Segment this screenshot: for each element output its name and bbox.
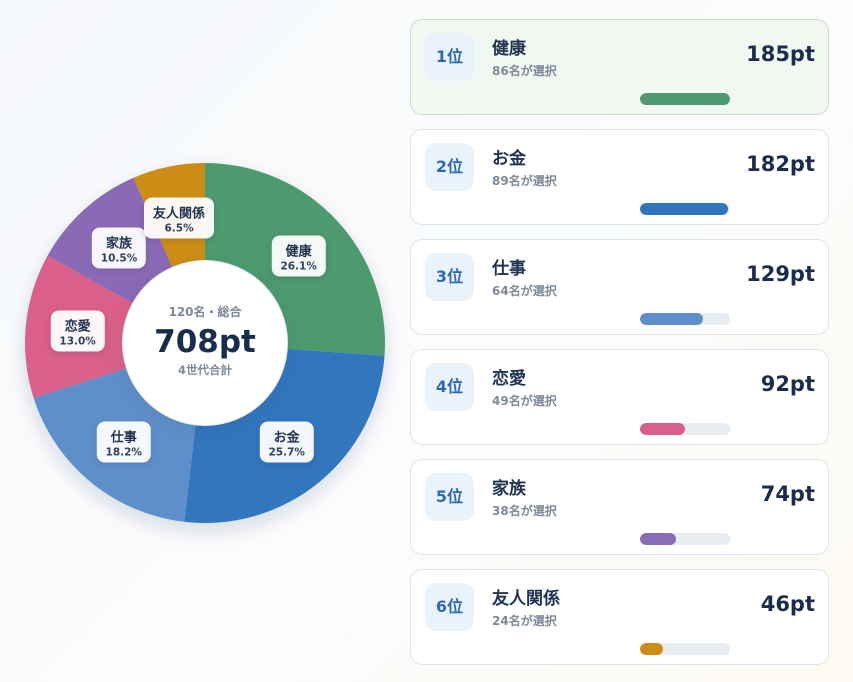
- points-value: 185pt: [746, 42, 815, 66]
- rank-badge: 6位: [425, 583, 474, 631]
- slice-label-percent: 18.2%: [105, 446, 142, 459]
- points-value: 92pt: [760, 372, 815, 396]
- points-value: 129pt: [746, 262, 815, 286]
- points-bar-fill: [640, 93, 730, 105]
- voter-count: 38名が選択: [492, 504, 557, 518]
- voter-count: 86名が選択: [492, 64, 557, 78]
- points-bar-track: [640, 93, 730, 105]
- donut-center: 120名・総合 708pt 4世代合計: [123, 261, 287, 425]
- points-bar-track: [640, 203, 730, 215]
- points-bar-track: [640, 643, 730, 655]
- rank-badge: 2位: [425, 143, 474, 191]
- center-subtitle: 120名・総合: [168, 305, 242, 319]
- slice-label-name: 健康: [285, 244, 312, 260]
- slice-label-name: 友人関係: [153, 206, 206, 222]
- points-value: 46pt: [760, 592, 815, 616]
- points-value: 182pt: [746, 152, 815, 176]
- slice-label-percent: 26.1%: [280, 260, 317, 273]
- donut-chart: 健康 26.1% お金 25.7% 仕事 18.2% 恋愛 13.0% 家族 10.5% 友人関係 6…: [0, 0, 410, 682]
- category-name: 友人関係: [492, 589, 560, 609]
- category-name: お金: [492, 149, 526, 169]
- ranking-card: 2位 お金 89名が選択 182pt: [410, 129, 829, 225]
- points-value: 74pt: [760, 482, 815, 506]
- slice-label: 友人関係 6.5%: [144, 197, 215, 239]
- category-name: 恋愛: [492, 369, 526, 389]
- rank-badge: 3位: [425, 253, 474, 301]
- ranking-card: 6位 友人関係 24名が選択 46pt: [410, 569, 829, 665]
- slice-label: 健康 26.1%: [271, 235, 326, 277]
- rank-badge: 1位: [425, 33, 474, 81]
- voter-count: 49名が選択: [492, 394, 557, 408]
- ranking-card: 4位 恋愛 49名が選択 92pt: [410, 349, 829, 445]
- slice-label-percent: 13.0%: [59, 335, 96, 348]
- ranking-card: 5位 家族 38名が選択 74pt: [410, 459, 829, 555]
- slice-label: 仕事 18.2%: [96, 421, 151, 463]
- slice-label: 恋愛 13.0%: [50, 310, 105, 352]
- points-bar-track: [640, 313, 730, 325]
- center-note: 4世代合計: [177, 363, 232, 377]
- center-total: 708pt: [154, 324, 256, 360]
- ranking-card: 1位 健康 86名が選択 185pt: [410, 19, 829, 115]
- slice-label: 家族 10.5%: [91, 227, 147, 269]
- voter-count: 64名が選択: [492, 284, 557, 298]
- category-name: 家族: [492, 479, 526, 499]
- rank-badge: 5位: [425, 473, 474, 521]
- slice-label: お金 25.7%: [259, 421, 314, 463]
- category-name: 健康: [492, 39, 526, 59]
- rank-badge: 4位: [425, 363, 474, 411]
- points-bar-fill: [640, 423, 685, 435]
- slice-label-name: 家族: [105, 236, 132, 252]
- slice-label-name: 恋愛: [64, 319, 91, 335]
- category-name: 仕事: [492, 259, 526, 279]
- slice-label-name: 仕事: [110, 430, 137, 446]
- ranking-card: 3位 仕事 64名が選択 129pt: [410, 239, 829, 335]
- voter-count: 24名が選択: [492, 614, 557, 628]
- points-bar-track: [640, 533, 730, 545]
- slice-label-name: お金: [273, 430, 300, 446]
- points-bar-fill: [640, 313, 703, 325]
- voter-count: 89名が選択: [492, 174, 557, 188]
- slice-label-percent: 10.5%: [100, 252, 138, 265]
- slice-label-percent: 6.5%: [164, 222, 194, 235]
- points-bar-fill: [640, 533, 676, 545]
- points-bar-fill: [640, 203, 729, 215]
- points-bar-fill: [640, 643, 663, 655]
- ranking-list: 1位 健康 86名が選択 185pt 2位 お金 89名が選択 182pt 3位 仕事 64名が選択…: [410, 19, 829, 679]
- points-bar-track: [640, 423, 730, 435]
- slice-label-percent: 25.7%: [268, 446, 305, 459]
